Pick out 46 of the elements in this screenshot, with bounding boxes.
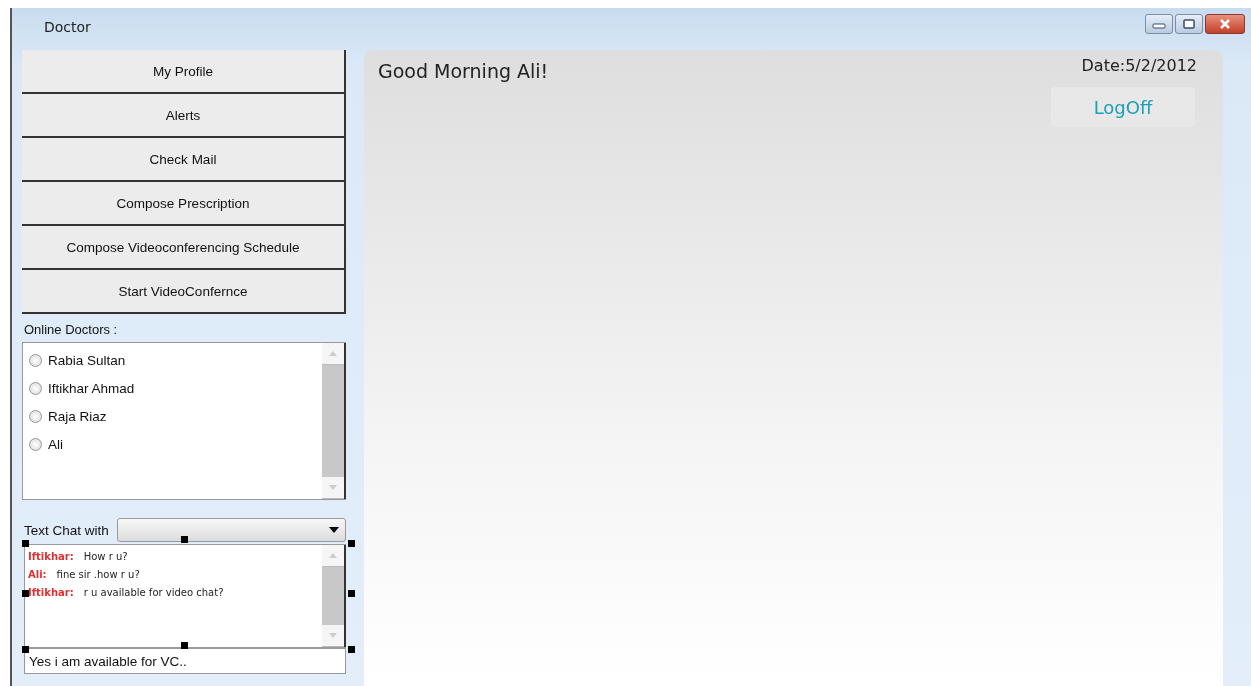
sender-name: Ali: xyxy=(28,569,47,580)
menu-button[interactable]: Compose Videoconferencing Schedule xyxy=(22,226,346,270)
radio-button[interactable] xyxy=(29,354,42,367)
scroll-down-icon[interactable] xyxy=(322,477,344,499)
scrollbar[interactable] xyxy=(322,343,346,499)
selection-handle xyxy=(348,646,355,653)
scroll-up-icon[interactable] xyxy=(322,545,344,567)
minimize-button[interactable] xyxy=(1145,14,1173,34)
selection-handle xyxy=(181,642,188,649)
selection-handle xyxy=(22,540,29,547)
online-doctors-label: Online Doctors : xyxy=(24,322,119,337)
menu-button[interactable]: My Profile xyxy=(22,50,346,94)
doctor-name[interactable]: Rabia Sultan xyxy=(48,353,126,368)
maximize-icon xyxy=(1183,19,1195,29)
message-text: r u available for video chat? xyxy=(83,587,224,598)
selection-handle xyxy=(22,590,29,597)
selection-handle xyxy=(22,646,29,653)
radio-button[interactable] xyxy=(29,410,42,423)
maximize-button[interactable] xyxy=(1175,14,1203,34)
scroll-down-icon[interactable] xyxy=(322,625,344,647)
greeting-text: Good Morning Ali! xyxy=(378,60,549,84)
selection-handle xyxy=(181,536,188,543)
menu-button[interactable]: Check Mail xyxy=(22,138,346,182)
doctor-name[interactable]: Ali xyxy=(48,437,63,452)
date-text: Date:5/2/2012 xyxy=(1081,56,1197,75)
sender-name: Iftikhar: xyxy=(28,587,74,598)
sender-name: Iftikhar: xyxy=(28,551,74,562)
menu-button[interactable]: Start VideoConfernce xyxy=(22,270,346,314)
caret-icon xyxy=(329,527,339,533)
radio-button[interactable] xyxy=(29,382,42,395)
window-title: Doctor xyxy=(44,19,91,35)
doctor-name[interactable]: Raja Riaz xyxy=(48,409,107,424)
doctor-name[interactable]: Iftikhar Ahmad xyxy=(48,381,135,396)
radio-button[interactable] xyxy=(29,438,42,451)
scroll-up-icon[interactable] xyxy=(322,343,344,365)
message-text: fine sir .how r u? xyxy=(56,569,140,580)
menu-button[interactable]: Alerts xyxy=(22,94,346,138)
scrollbar[interactable] xyxy=(322,545,346,647)
menu-button[interactable]: Compose Prescription xyxy=(22,182,346,226)
selection-handle xyxy=(348,590,355,597)
message-text: How r u? xyxy=(83,551,128,562)
message-input-field[interactable]: Yes i am available for VC.. xyxy=(24,648,346,674)
close-button[interactable] xyxy=(1205,14,1245,34)
close-icon xyxy=(1219,19,1231,29)
text-chat-label: Text Chat with xyxy=(24,522,109,538)
selection-handle xyxy=(348,540,355,547)
